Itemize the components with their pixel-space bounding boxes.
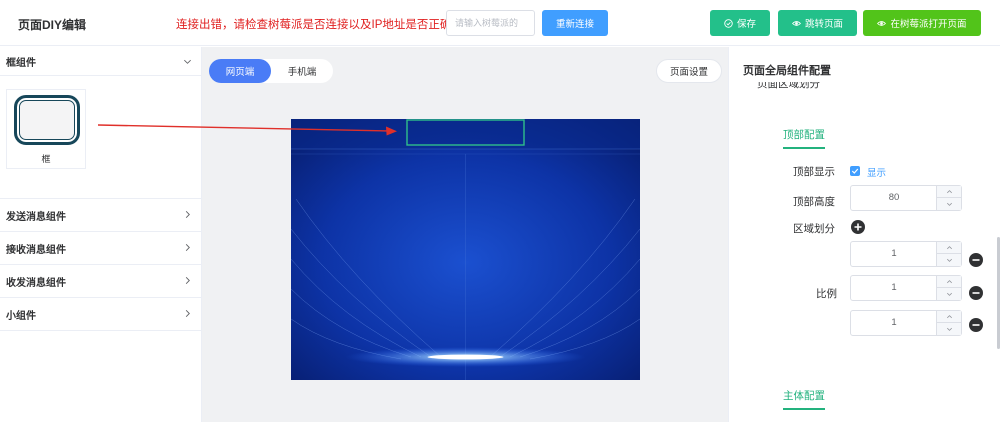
chevron-right-icon xyxy=(185,211,190,218)
save-button-label: 保存 xyxy=(736,19,756,30)
top-display-checkbox-label[interactable]: 显示 xyxy=(867,165,886,179)
chevron-up-icon xyxy=(946,280,952,284)
chevron-down-icon xyxy=(946,202,952,206)
chevron-up-icon xyxy=(946,190,952,194)
editor-canvas: 网页端 手机端 页面设置 xyxy=(202,47,728,422)
chevron-up-icon xyxy=(946,315,952,319)
frame-component-thumbnail xyxy=(14,95,80,145)
ratio-label: 比例 xyxy=(816,288,837,300)
widgets-group-header[interactable]: 小组件 xyxy=(0,298,201,331)
add-region-button[interactable] xyxy=(851,220,865,234)
decrease-button[interactable] xyxy=(937,198,961,210)
top-display-label: 顶部显示 xyxy=(793,166,835,178)
frame-component-tile[interactable]: 框 xyxy=(6,89,86,169)
chevron-down-icon xyxy=(946,258,952,262)
top-display-checkbox[interactable] xyxy=(850,166,860,176)
chevron-up-icon xyxy=(946,246,952,250)
tab-mobile[interactable]: 手机端 xyxy=(271,59,333,83)
remove-ratio-button-1[interactable] xyxy=(969,253,983,267)
region-split-label: 区域划分 xyxy=(793,223,835,235)
ratio-stepper-3[interactable]: 1 xyxy=(850,310,962,336)
component-sidebar: 框组件 框 发送消息组件 接收消息组件 收发消息组件 小组件 xyxy=(0,47,202,422)
region-division-heading-text: 页面区域划分 xyxy=(757,82,820,90)
ratio-value-3[interactable]: 1 xyxy=(851,311,937,335)
minus-circle-icon xyxy=(972,292,980,294)
frame-group-label: 框组件 xyxy=(6,57,36,69)
minus-circle-icon xyxy=(972,259,980,261)
preview-background xyxy=(291,119,640,380)
increase-button[interactable] xyxy=(937,311,961,323)
frame-group-header[interactable]: 框组件 xyxy=(0,47,201,76)
decrease-button[interactable] xyxy=(937,254,961,266)
chevron-right-icon xyxy=(185,310,190,317)
check-circle-icon xyxy=(724,18,733,28)
decrease-button[interactable] xyxy=(937,323,961,335)
open-on-pi-button-label: 在树莓派打开页面 xyxy=(890,19,967,30)
top-height-label: 顶部高度 xyxy=(793,196,835,208)
app-title: 页面DIY编辑 xyxy=(18,18,87,32)
panel-title: 页面全局组件配置 xyxy=(743,65,831,77)
chevron-down-icon xyxy=(946,292,952,296)
top-height-value[interactable]: 80 xyxy=(851,186,937,210)
global-config-panel: 页面全局组件配置 页面区域划分 顶部配置 顶部显示 显示 顶部高度 80 区域划… xyxy=(728,47,1000,422)
page-settings-button[interactable]: 页面设置 xyxy=(656,59,722,83)
decrease-button[interactable] xyxy=(937,288,961,300)
connection-error-message: 连接出错，请检查树莓派是否连接以及IP地址是否正确! xyxy=(176,19,455,31)
jump-page-button-label: 跳转页面 xyxy=(804,19,843,30)
device-tabs: 网页端 手机端 xyxy=(209,59,333,83)
stepper-controls xyxy=(936,276,961,300)
frame-component-label: 框 xyxy=(41,154,51,164)
group-label: 小组件 xyxy=(6,310,36,322)
remove-ratio-button-3[interactable] xyxy=(969,318,983,332)
raspberry-pi-host-input[interactable] xyxy=(446,10,535,36)
tab-top-config[interactable]: 顶部配置 xyxy=(783,127,825,142)
minus-circle-icon xyxy=(972,324,980,326)
panel-scroll-area: 页面区域划分 顶部配置 顶部显示 显示 顶部高度 80 区域划分 1 比例 1 … xyxy=(729,82,1000,422)
open-on-pi-button[interactable]: 在树莓派打开页面 xyxy=(863,10,981,36)
stepper-controls xyxy=(936,242,961,266)
stepper-controls xyxy=(936,186,961,210)
send-receive-group-header[interactable]: 收发消息组件 xyxy=(0,265,201,298)
reconnect-button-label: 重新连接 xyxy=(555,19,594,30)
tab-top-config-underline xyxy=(783,147,825,149)
receive-message-group-header[interactable]: 接收消息组件 xyxy=(0,232,201,265)
ratio-stepper-1[interactable]: 1 xyxy=(850,241,962,267)
eye-icon xyxy=(791,20,801,26)
plus-circle-icon xyxy=(854,223,862,231)
chevron-right-icon xyxy=(185,244,190,251)
ratio-value-1[interactable]: 1 xyxy=(851,242,937,266)
reconnect-button[interactable]: 重新连接 xyxy=(542,10,608,36)
increase-button[interactable] xyxy=(937,276,961,288)
group-label: 接收消息组件 xyxy=(6,244,66,256)
top-height-stepper[interactable]: 80 xyxy=(850,185,962,211)
tab-main-config[interactable]: 主体配置 xyxy=(783,388,825,403)
frame-group-body: 框 xyxy=(0,76,201,199)
remove-ratio-button-2[interactable] xyxy=(969,286,983,300)
page-preview xyxy=(291,119,640,380)
tab-main-config-underline xyxy=(783,408,825,410)
increase-button[interactable] xyxy=(937,186,961,198)
increase-button[interactable] xyxy=(937,242,961,254)
stepper-controls xyxy=(936,311,961,335)
group-label: 收发消息组件 xyxy=(6,277,66,289)
top-header: 页面DIY编辑 连接出错，请检查树莓派是否连接以及IP地址是否正确! 重新连接 … xyxy=(0,0,1000,46)
group-label: 发送消息组件 xyxy=(6,211,66,223)
chevron-down-icon xyxy=(184,59,191,64)
save-button[interactable]: 保存 xyxy=(710,10,770,36)
region-division-heading: 页面区域划分 xyxy=(757,82,820,92)
ratio-stepper-2[interactable]: 1 xyxy=(850,275,962,301)
jump-page-button[interactable]: 跳转页面 xyxy=(778,10,857,36)
send-message-group-header[interactable]: 发送消息组件 xyxy=(0,199,201,232)
chevron-down-icon xyxy=(946,327,952,331)
eye-icon xyxy=(877,20,887,26)
check-icon xyxy=(851,168,859,174)
tab-web[interactable]: 网页端 xyxy=(209,59,271,83)
chevron-right-icon xyxy=(185,277,190,284)
ratio-value-2[interactable]: 1 xyxy=(851,276,937,300)
